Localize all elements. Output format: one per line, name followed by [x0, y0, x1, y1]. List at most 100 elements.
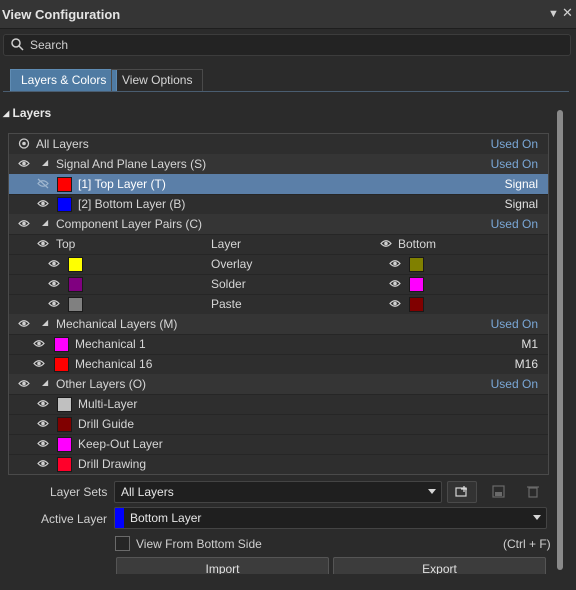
tree-row-mechanical-16[interactable]: Mechanical 16 M16 — [9, 354, 548, 375]
group-label: Signal And Plane Layers (S) — [56, 157, 207, 171]
panel-title: View Configuration — [2, 7, 121, 22]
eye-toggle-icon[interactable] — [389, 258, 401, 269]
eye-toggle-icon[interactable] — [33, 358, 45, 369]
eye-toggle-icon[interactable] — [18, 318, 30, 329]
eye-toggle-icon[interactable] — [37, 418, 49, 429]
used-on-label[interactable]: Used On — [491, 217, 538, 231]
panel-titlebar: View Configuration ▼ ✕ — [0, 0, 576, 29]
tree-row-drill-guide[interactable]: Drill Guide — [9, 414, 548, 435]
eye-toggle-icon[interactable] — [18, 138, 30, 149]
top-color-swatch[interactable] — [68, 277, 83, 292]
chevron-down-icon — [428, 489, 436, 494]
row-label: Mechanical 1 — [75, 337, 146, 351]
eye-toggle-icon[interactable] — [48, 298, 60, 309]
layer-sets-value: All Layers — [121, 485, 174, 499]
active-layer-dropdown[interactable]: Bottom Layer — [114, 507, 547, 529]
layer-color-swatch[interactable] — [57, 177, 72, 192]
tree-group-signal[interactable]: ◢ Signal And Plane Layers (S) Used On — [9, 154, 548, 175]
dropdown-icon[interactable]: ▼ — [548, 7, 559, 21]
layer-color-swatch[interactable] — [54, 337, 69, 352]
layer-color-swatch[interactable] — [57, 457, 72, 472]
eye-toggle-icon[interactable] — [48, 278, 60, 289]
layer-color-swatch[interactable] — [57, 437, 72, 452]
tab-view-options[interactable]: View Options — [111, 69, 204, 91]
active-layer-color — [115, 508, 124, 528]
top-color-swatch[interactable] — [68, 297, 83, 312]
pair-name: Solder — [211, 277, 246, 291]
row-value: Signal — [504, 197, 538, 211]
used-on-label[interactable]: Used On — [491, 377, 538, 391]
pair-name: Paste — [211, 297, 242, 311]
eye-toggle-icon[interactable] — [33, 338, 45, 349]
layer-color-swatch[interactable] — [57, 417, 72, 432]
eye-toggle-icon[interactable] — [37, 198, 49, 209]
collapse-triangle-icon[interactable]: ◢ — [42, 318, 48, 327]
row-label: Keep-Out Layer — [78, 437, 163, 451]
add-layer-set-button[interactable] — [447, 481, 477, 503]
eye-toggle-icon[interactable] — [37, 438, 49, 449]
delete-layer-set-button[interactable] — [518, 481, 548, 503]
vertical-scrollbar[interactable] — [557, 110, 563, 570]
tree-group-mechanical[interactable]: ◢ Mechanical Layers (M) Used On — [9, 314, 548, 335]
collapse-triangle-icon[interactable]: ◢ — [42, 378, 48, 387]
tree-group-component-pairs[interactable]: ◢ Component Layer Pairs (C) Used On — [9, 214, 548, 235]
eye-toggle-icon[interactable] — [380, 238, 392, 249]
row-label: Drill Guide — [78, 417, 135, 431]
group-label: Component Layer Pairs (C) — [56, 217, 203, 231]
pair-row-paste[interactable]: Paste — [9, 294, 548, 315]
eye-toggle-icon[interactable] — [18, 158, 30, 169]
eye-toggle-icon[interactable] — [37, 398, 49, 409]
layers-section-header[interactable]: ◢ Layers — [3, 106, 51, 120]
top-color-swatch[interactable] — [68, 257, 83, 272]
used-on-label[interactable]: Used On — [491, 317, 538, 331]
eye-toggle-icon[interactable] — [18, 218, 30, 229]
collapse-triangle-icon[interactable]: ◢ — [42, 158, 48, 167]
row-label: Mechanical 16 — [75, 357, 153, 371]
pair-row-solder[interactable]: Solder — [9, 274, 548, 295]
close-icon[interactable]: ✕ — [562, 6, 573, 20]
eye-hidden-icon[interactable] — [37, 178, 49, 189]
search-input[interactable]: Search — [3, 34, 571, 56]
layer-color-swatch[interactable] — [57, 397, 72, 412]
row-value: M16 — [514, 357, 538, 371]
tab-divider — [3, 91, 569, 92]
tree-row-all-layers[interactable]: All Layers Used On — [9, 134, 548, 155]
layer-tree: All Layers Used On ◢ Signal And Plane La… — [8, 133, 549, 475]
eye-toggle-icon[interactable] — [37, 458, 49, 469]
eye-toggle-icon[interactable] — [48, 258, 60, 269]
eye-toggle-icon[interactable] — [389, 278, 401, 289]
eye-toggle-icon[interactable] — [389, 298, 401, 309]
tree-group-other[interactable]: ◢ Other Layers (O) Used On — [9, 374, 548, 395]
pair-row-overlay[interactable]: Overlay — [9, 254, 548, 275]
search-icon — [11, 38, 24, 51]
collapse-triangle-icon[interactable]: ◢ — [42, 218, 48, 227]
bottom-color-swatch[interactable] — [409, 277, 424, 292]
active-layer-label: Active Layer — [41, 512, 108, 526]
pair-header-row: Top Layer Bottom — [9, 234, 548, 255]
bottom-color-swatch[interactable] — [409, 257, 424, 272]
tree-row-top-layer[interactable]: [1] Top Layer (T) Signal — [9, 174, 548, 195]
pair-header-layer: Layer — [211, 237, 242, 251]
tree-row-multi-layer[interactable]: Multi-Layer — [9, 394, 548, 415]
tree-row-drill-drawing[interactable]: Drill Drawing — [9, 454, 548, 474]
used-on-label[interactable]: Used On — [491, 157, 538, 171]
panel-bottom-edge — [0, 574, 576, 590]
layer-color-swatch[interactable] — [57, 197, 72, 212]
tab-layers-colors[interactable]: Layers & Colors — [10, 69, 118, 91]
save-layer-set-button[interactable] — [483, 481, 513, 503]
pair-name: Overlay — [211, 257, 253, 271]
bottom-color-swatch[interactable] — [409, 297, 424, 312]
save-icon — [492, 485, 505, 498]
row-label: [1] Top Layer (T) — [78, 177, 166, 191]
collapse-triangle-icon: ◢ — [3, 109, 10, 118]
used-on-label[interactable]: Used On — [491, 137, 538, 151]
eye-toggle-icon[interactable] — [37, 238, 49, 249]
row-label: Drill Drawing — [78, 457, 147, 471]
tree-row-keep-out-layer[interactable]: Keep-Out Layer — [9, 434, 548, 455]
tree-row-bottom-layer[interactable]: [2] Bottom Layer (B) Signal — [9, 194, 548, 215]
layer-sets-dropdown[interactable]: All Layers — [114, 481, 442, 503]
tree-row-mechanical-1[interactable]: Mechanical 1 M1 — [9, 334, 548, 355]
layer-color-swatch[interactable] — [54, 357, 69, 372]
eye-toggle-icon[interactable] — [18, 378, 30, 389]
view-bottom-checkbox[interactable] — [115, 536, 130, 551]
